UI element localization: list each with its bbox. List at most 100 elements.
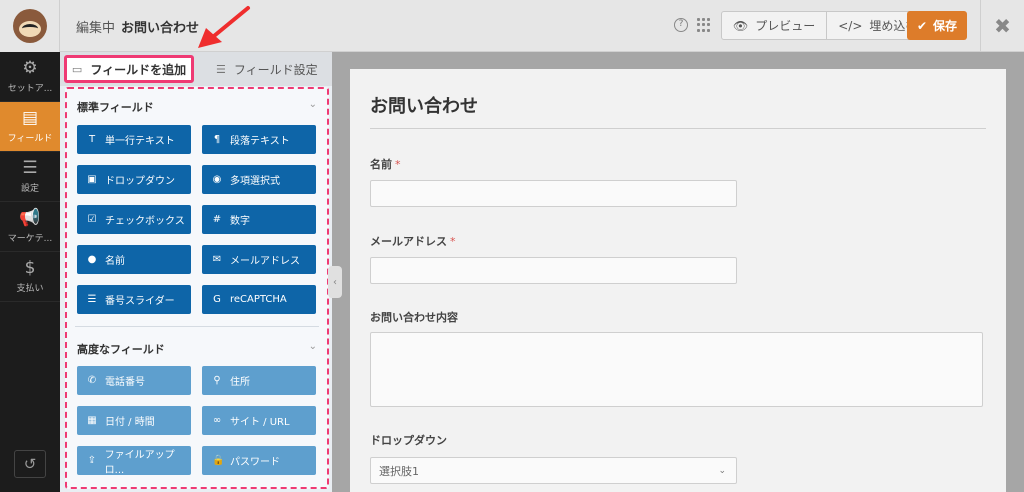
field-button-label: 住所 bbox=[230, 377, 250, 388]
preview-label: プレビュー bbox=[755, 19, 816, 33]
revision-history-button[interactable]: ↺ bbox=[14, 450, 46, 478]
title-divider bbox=[370, 128, 986, 129]
field-button-label: 電話番号 bbox=[105, 377, 145, 388]
sidebar-item-label: 設定 bbox=[20, 183, 39, 194]
field-button-file-upload[interactable]: ⇪ ファイルアップロ... bbox=[77, 446, 191, 476]
checkbox-icon: ☑ bbox=[87, 214, 97, 225]
gear-icon: ⚙ bbox=[22, 57, 38, 78]
dollar-icon: $ bbox=[24, 257, 36, 278]
section-title: 標準フィールド bbox=[77, 101, 154, 114]
chevron-left-icon: ‹ bbox=[333, 276, 337, 288]
field-button-label: 名前 bbox=[105, 256, 125, 267]
megaphone-icon: 📢 bbox=[19, 207, 41, 228]
phone-icon: ✆ bbox=[87, 375, 97, 386]
sidebar-item-payments[interactable]: $ 支払い bbox=[0, 252, 60, 302]
paragraph-icon: ¶ bbox=[213, 134, 221, 145]
close-button[interactable]: ✖ bbox=[980, 0, 1024, 52]
history-icon: ↺ bbox=[23, 455, 37, 473]
sidebar-item-settings[interactable]: ☰ 設定 bbox=[0, 152, 60, 202]
field-button-name[interactable]: ● 名前 bbox=[77, 245, 191, 274]
code-icon: </> bbox=[838, 18, 863, 33]
field-button-phone[interactable]: ✆ 電話番号 bbox=[77, 366, 191, 395]
save-label: 保存 bbox=[933, 19, 958, 33]
sliders-icon: ☰ bbox=[216, 62, 226, 76]
save-button[interactable]: ✔ 保存 bbox=[907, 11, 967, 40]
text-icon: T bbox=[88, 134, 96, 145]
field-button-label: ファイルアップロ... bbox=[104, 449, 175, 476]
field-button-single-line-text[interactable]: T 単一行テキスト bbox=[77, 125, 191, 154]
sidebar-item-fields[interactable]: ▤ フィールド bbox=[0, 102, 60, 152]
tab-label: フィールドを追加 bbox=[90, 62, 187, 77]
field-button-paragraph-text[interactable]: ¶ 段落テキスト bbox=[202, 125, 316, 154]
calendar-icon: ▦ bbox=[87, 415, 97, 426]
field-button-checkboxes[interactable]: ☑ チェックボックス bbox=[77, 205, 191, 234]
name-input[interactable] bbox=[370, 180, 737, 207]
field-label-name: 名前 * bbox=[370, 158, 401, 171]
message-textarea[interactable] bbox=[370, 332, 983, 407]
standard-fields-header[interactable]: 標準フィールド ⌄ bbox=[77, 99, 317, 115]
field-button-label: メールアドレス bbox=[230, 256, 300, 267]
field-button-label: 日付 / 時間 bbox=[105, 417, 155, 428]
list-icon: ▭ bbox=[71, 62, 83, 76]
envelope-icon: ✉ bbox=[212, 254, 222, 265]
check-icon: ✔ bbox=[916, 18, 928, 33]
field-button-password[interactable]: 🔒 パスワード bbox=[202, 446, 316, 475]
editing-label: 編集中 bbox=[76, 21, 116, 36]
field-button-label: 単一行テキスト bbox=[105, 136, 175, 147]
field-label-message: お問い合わせ内容 bbox=[370, 311, 458, 324]
email-input[interactable] bbox=[370, 257, 737, 284]
sidebar-item-label: マーケテ... bbox=[7, 233, 53, 244]
field-button-label: 番号スライダー bbox=[105, 296, 175, 307]
close-icon: ✖ bbox=[994, 14, 1011, 38]
field-button-dropdown[interactable]: ▣ ドロップダウン bbox=[77, 165, 191, 194]
sidebar-item-label: セットア... bbox=[7, 83, 53, 94]
dropdown-icon: ▣ bbox=[87, 174, 97, 185]
panel-collapse-handle[interactable]: ‹ bbox=[328, 266, 342, 298]
slider-icon: ☰ bbox=[87, 294, 97, 305]
dropdown-selected-value: 選択肢1 bbox=[379, 464, 419, 478]
dropdown-select[interactable]: 選択肢1 ⌄ bbox=[370, 457, 737, 484]
help-icon[interactable]: ? bbox=[674, 18, 688, 32]
google-icon: G bbox=[213, 294, 221, 305]
preview-button[interactable]: 👁 プレビュー bbox=[722, 12, 826, 39]
sliders-icon: ☰ bbox=[22, 157, 38, 178]
tab-add-fields[interactable]: ▭ フィールドを追加 bbox=[64, 55, 194, 83]
panel-tabs: ▭ フィールドを追加 ☰ フィールド設定 bbox=[60, 52, 332, 86]
advanced-fields-header[interactable]: 高度なフィールド ⌄ bbox=[77, 341, 317, 357]
field-button-recaptcha[interactable]: GreCAPTCHA bbox=[202, 285, 316, 314]
builder-sidebar: ⚙ セットア... ▤ フィールド ☰ 設定 📢 マーケテ... $ 支払い ↺ bbox=[0, 52, 60, 492]
field-button-label: チェックボックス bbox=[105, 216, 185, 227]
field-button-address[interactable]: ⚲ 住所 bbox=[202, 366, 316, 395]
page-title: 編集中 お問い合わせ bbox=[76, 17, 199, 36]
chevron-down-icon: ⌄ bbox=[718, 465, 726, 476]
sidebar-item-setup[interactable]: ⚙ セットア... bbox=[0, 52, 60, 102]
field-button-numbers[interactable]: # 数字 bbox=[202, 205, 316, 234]
field-button-label: reCAPTCHA bbox=[230, 294, 287, 305]
field-button-label: ドロップダウン bbox=[105, 176, 175, 187]
link-icon: ∞ bbox=[212, 415, 222, 426]
field-button-date-time[interactable]: ▦ 日付 / 時間 bbox=[77, 406, 191, 435]
radio-icon: ◉ bbox=[212, 174, 222, 185]
form-preview: お問い合わせ 名前 * メールアドレス * お問い合わせ内容 ドロップダウン 選択肢… bbox=[350, 69, 1006, 492]
sidebar-item-label: 支払い bbox=[16, 283, 44, 294]
chevron-down-icon: ⌄ bbox=[308, 341, 317, 352]
field-button-email[interactable]: ✉ メールアドレス bbox=[202, 245, 316, 274]
apps-grid-icon[interactable] bbox=[697, 18, 711, 32]
map-pin-icon: ⚲ bbox=[213, 375, 221, 386]
field-button-multiple-choice[interactable]: ◉ 多項選択式 bbox=[202, 165, 316, 194]
form-name: お問い合わせ bbox=[121, 21, 200, 36]
lock-icon: 🔒 bbox=[212, 455, 225, 466]
field-label-dropdown: ドロップダウン bbox=[370, 434, 447, 447]
bear-mascot-icon bbox=[12, 9, 47, 43]
field-button-website-url[interactable]: ∞ サイト / URL bbox=[202, 406, 316, 435]
field-button-label: 多項選択式 bbox=[230, 176, 280, 187]
tab-label: フィールド設定 bbox=[233, 62, 318, 77]
required-marker: * bbox=[395, 158, 401, 171]
tab-field-options[interactable]: ☰ フィールド設定 bbox=[216, 55, 318, 83]
sidebar-item-label: フィールド bbox=[7, 133, 53, 144]
section-title: 高度なフィールド bbox=[77, 343, 165, 356]
upload-icon: ⇪ bbox=[87, 455, 97, 466]
wpforms-logo[interactable] bbox=[0, 0, 60, 52]
sidebar-item-marketing[interactable]: 📢 マーケテ... bbox=[0, 202, 60, 252]
field-button-number-slider[interactable]: ☰ 番号スライダー bbox=[77, 285, 191, 314]
